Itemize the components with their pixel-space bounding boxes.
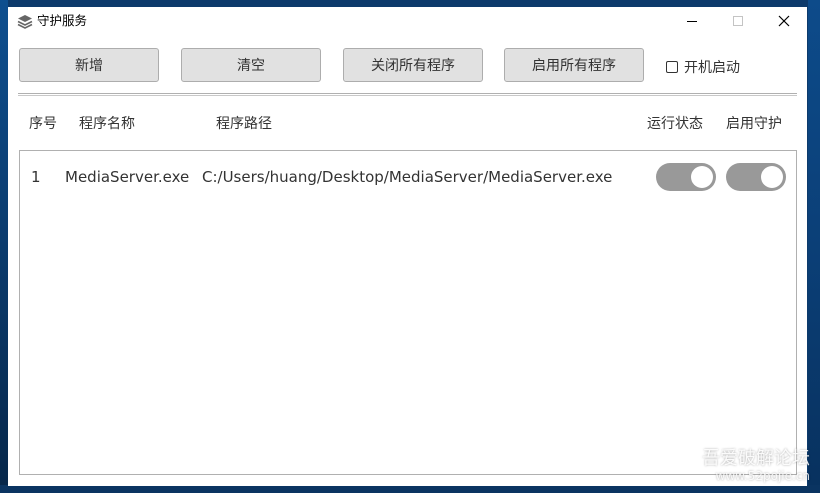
add-button[interactable]: 新增	[19, 48, 159, 82]
desktop-background-bottom	[0, 485, 820, 493]
desktop-background-left	[0, 0, 8, 493]
maximize-button[interactable]	[715, 7, 761, 35]
window-title: 守护服务	[37, 13, 88, 28]
column-header-guard: 启用守护	[726, 116, 782, 132]
toggle-knob	[691, 166, 713, 188]
watermark-text: 吾爱破解论坛	[702, 448, 810, 469]
clear-button[interactable]: 清空	[181, 48, 321, 82]
column-header-index: 序号	[29, 116, 57, 132]
close-all-programs-button[interactable]: 关闭所有程序	[343, 48, 483, 82]
toggle-knob	[761, 166, 783, 188]
column-header-name: 程序名称	[79, 116, 135, 132]
row-program-path: C:/Users/huang/Desktop/MediaServer/Media…	[202, 168, 613, 186]
layers-icon	[17, 15, 33, 29]
checkbox-box[interactable]	[666, 61, 678, 73]
column-header-status: 运行状态	[647, 116, 703, 132]
autostart-label: 开机启动	[684, 60, 740, 76]
app-window: 守护服务 新增 清空 关闭所有程序 启用所有程序 开机启动 序号 程序名称 程序…	[8, 7, 807, 486]
column-header-path: 程序路径	[216, 116, 272, 132]
start-all-programs-button[interactable]: 启用所有程序	[504, 48, 644, 82]
guard-toggle[interactable]	[726, 163, 786, 191]
program-list[interactable]: 1 MediaServer.exe C:/Users/huang/Desktop…	[19, 150, 797, 475]
run-status-toggle[interactable]	[656, 163, 716, 191]
minimize-icon	[687, 21, 697, 22]
divider	[18, 93, 797, 96]
desktop-background-right	[808, 0, 820, 493]
close-button[interactable]	[761, 7, 807, 35]
title-bar[interactable]: 守护服务	[8, 7, 807, 35]
maximize-icon	[733, 16, 743, 26]
autostart-checkbox[interactable]: 开机启动	[666, 57, 740, 77]
minimize-button[interactable]	[669, 7, 715, 35]
row-index: 1	[31, 168, 41, 186]
close-icon	[778, 15, 790, 27]
watermark: 吾爱破解论坛 www.52pojie.cn	[702, 448, 810, 484]
watermark-url: www.52pojie.cn	[715, 469, 810, 483]
row-program-name: MediaServer.exe	[65, 168, 190, 186]
